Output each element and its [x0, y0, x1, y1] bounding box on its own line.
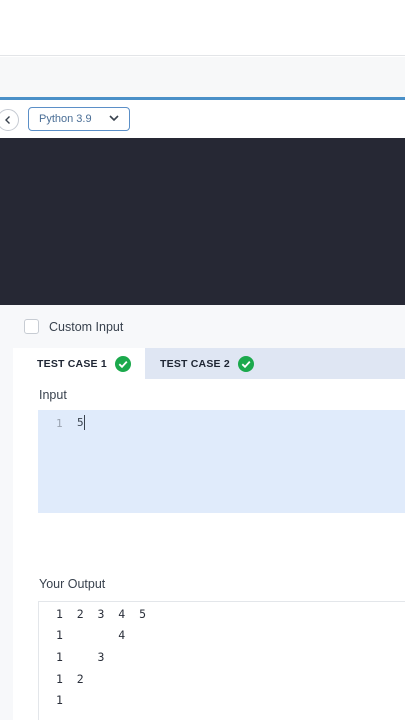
language-select[interactable]: Python 3.9 [28, 107, 130, 131]
custom-input-label: Custom Input [49, 319, 124, 334]
check-circle-icon [237, 355, 254, 372]
input-viewer[interactable]: 1 5 [38, 410, 405, 513]
test-case-content: Input 1 5 Your Output 1 2 3 4 5 1 4 1 3 … [13, 379, 405, 720]
output-line: 1 3 [56, 650, 105, 664]
output-viewer: 1 2 3 4 5 1 4 1 3 1 2 1 [38, 601, 405, 720]
check-circle-icon [114, 355, 131, 372]
language-select-value: Python 3.9 [39, 113, 92, 125]
custom-input-checkbox[interactable] [24, 319, 39, 334]
chevron-left-icon [5, 116, 10, 124]
line-number: 1 [56, 417, 63, 430]
collapse-button[interactable] [0, 109, 19, 131]
custom-input-toggle[interactable]: Custom Input [24, 319, 123, 334]
tab-label: TEST CASE 2 [160, 357, 230, 370]
output-line: 1 2 3 4 5 [56, 607, 147, 621]
editor-toolbar: Python 3.9 [0, 100, 405, 138]
output-label: Your Output [39, 577, 106, 591]
sub-header [0, 57, 405, 97]
output-line: 1 [56, 693, 63, 707]
top-header [0, 0, 405, 56]
input-label: Input [39, 388, 67, 402]
tab-test-case-1[interactable]: TEST CASE 1 [13, 348, 145, 379]
output-line: 1 2 [56, 672, 84, 686]
test-case-tabs: TEST CASE 1 TEST CASE 2 [13, 348, 405, 379]
output-line: 1 4 [56, 628, 126, 642]
code-editor[interactable] [0, 138, 405, 305]
tab-label: TEST CASE 1 [37, 357, 107, 370]
chevron-down-icon [109, 115, 119, 122]
input-value: 5 [77, 416, 84, 429]
test-panel: Custom Input TEST CASE 1 TEST CASE 2 Inp… [0, 305, 405, 720]
tab-test-case-2[interactable]: TEST CASE 2 [145, 348, 295, 379]
text-cursor [84, 415, 85, 430]
